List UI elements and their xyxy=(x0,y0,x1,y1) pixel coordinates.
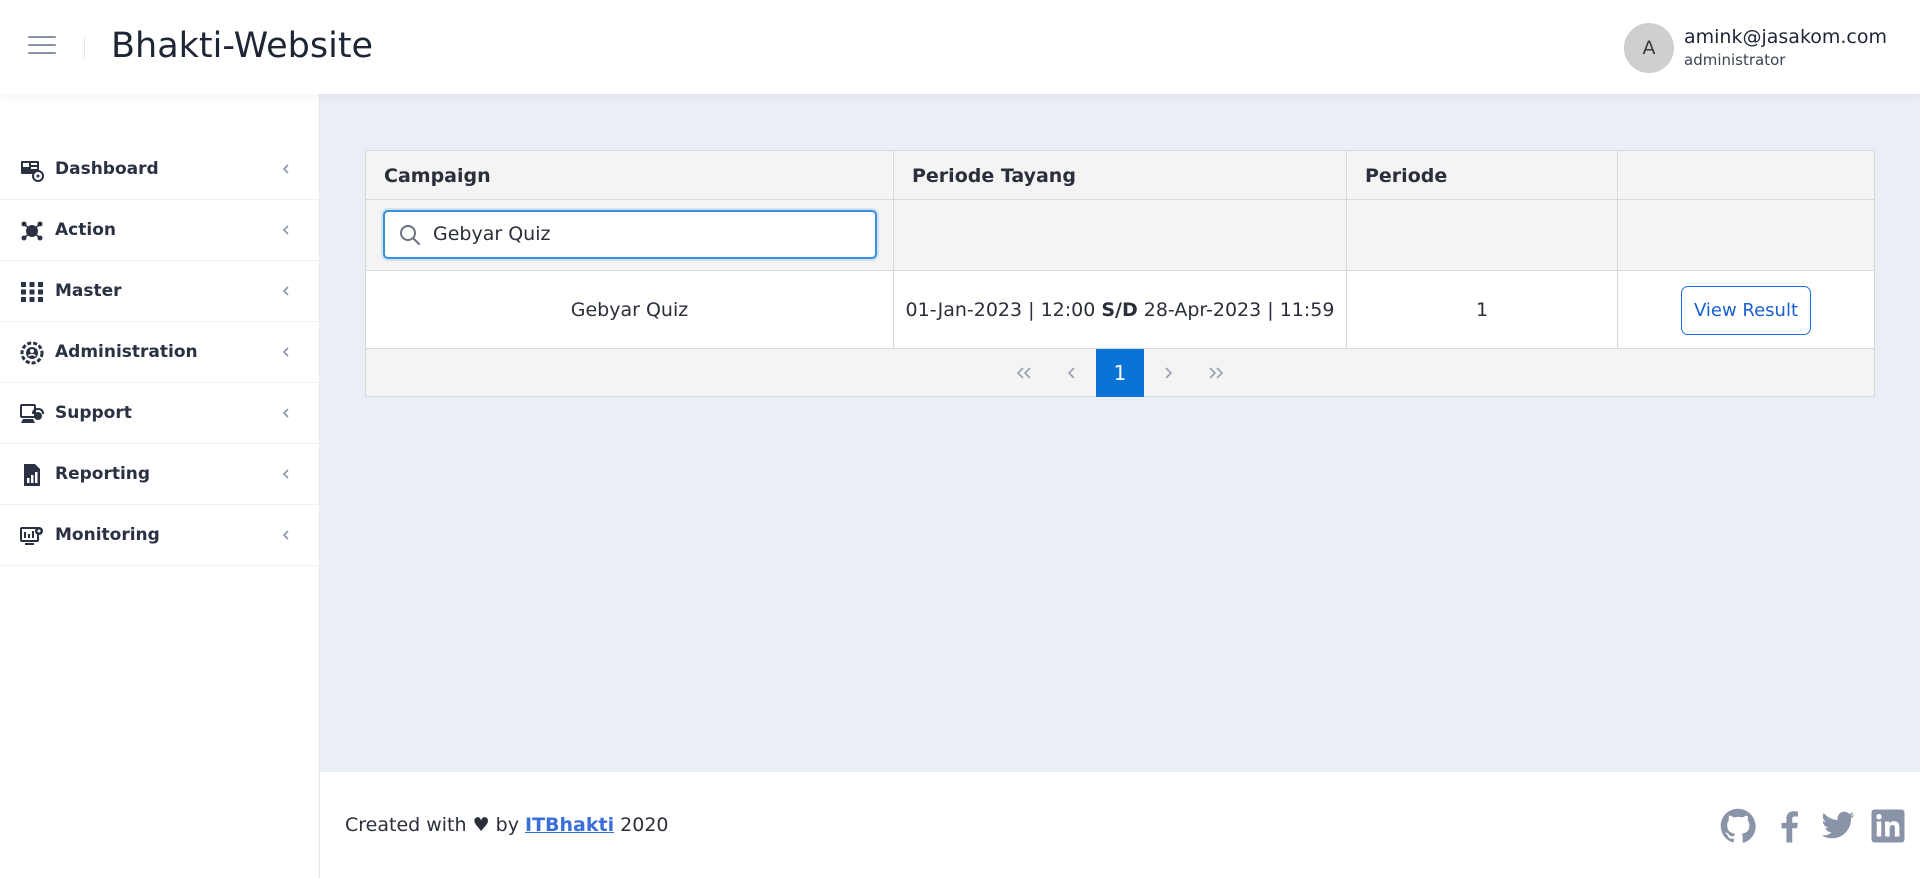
header-divider xyxy=(84,36,85,58)
linkedin-icon[interactable] xyxy=(1870,808,1906,844)
periode-separator: S/D xyxy=(1101,299,1138,321)
column-header-actions xyxy=(1618,151,1874,200)
prev-page-button[interactable] xyxy=(1048,349,1096,397)
page-1-button[interactable]: 1 xyxy=(1096,349,1144,397)
sidebar-item-monitoring[interactable]: Monitoring xyxy=(0,505,320,566)
chevron-left-icon xyxy=(282,530,289,540)
sidebar-item-label: Support xyxy=(55,403,132,423)
chevron-left-icon xyxy=(282,469,289,479)
periode-start: 01-Jan-2023 | 12:00 xyxy=(905,299,1096,321)
sidebar-item-support[interactable]: Support xyxy=(0,383,320,444)
chevron-left-icon xyxy=(1067,367,1075,379)
cell-campaign: Gebyar Quiz xyxy=(366,271,894,349)
footer-year: 2020 xyxy=(620,814,669,836)
first-page-button[interactable] xyxy=(1000,349,1048,397)
campaign-table: Campaign Periode Tayang Periode Gebyar Q… xyxy=(365,150,1875,397)
footer-link-itbhakti[interactable]: ITBhakti xyxy=(525,814,614,836)
chevron-left-icon xyxy=(282,408,289,418)
column-header-periode[interactable]: Periode xyxy=(1347,151,1618,200)
filter-cell-campaign xyxy=(366,200,894,271)
chevron-left-icon xyxy=(282,225,289,235)
support-icon xyxy=(20,404,44,423)
administration-icon xyxy=(20,341,44,365)
user-role: administrator xyxy=(1684,51,1786,69)
sidebar-item-label: Master xyxy=(55,281,122,301)
github-icon[interactable] xyxy=(1720,808,1756,844)
footer-prefix: Created with ♥ by xyxy=(345,814,519,836)
cell-periode: 1 xyxy=(1347,271,1618,349)
sidebar-item-administration[interactable]: Administration xyxy=(0,322,320,383)
chevron-right-icon xyxy=(1165,367,1173,379)
avatar[interactable]: A xyxy=(1624,23,1674,73)
footer-credit: Created with ♥ by ITBhakti 2020 xyxy=(345,814,669,836)
chevron-left-icon xyxy=(282,164,289,174)
top-header: Bhakti-Website A amink@jasakom.com admin… xyxy=(0,0,1920,94)
filter-cell-periode-tayang xyxy=(894,200,1347,271)
footer: Created with ♥ by ITBhakti 2020 xyxy=(320,772,1920,878)
sidebar-item-label: Administration xyxy=(55,342,198,362)
sidebar-item-label: Reporting xyxy=(55,464,151,484)
reporting-icon xyxy=(24,464,40,486)
sidebar-item-reporting[interactable]: Reporting xyxy=(0,444,320,505)
sidebar-item-label: Action xyxy=(55,220,116,240)
table-row: Gebyar Quiz 01-Jan-2023 | 12:00 S/D 28-A… xyxy=(366,271,1874,349)
chevron-left-icon xyxy=(282,286,289,296)
next-page-button[interactable] xyxy=(1144,349,1192,397)
column-header-periode-tayang[interactable]: Periode Tayang xyxy=(894,151,1347,200)
user-email[interactable]: amink@jasakom.com xyxy=(1684,26,1887,48)
column-header-campaign[interactable]: Campaign xyxy=(366,151,894,200)
sidebar-item-master[interactable]: Master xyxy=(0,261,320,322)
sidebar-item-label: Monitoring xyxy=(55,525,160,545)
sidebar-item-dashboard[interactable]: Dashboard xyxy=(0,139,320,200)
filter-cell-periode xyxy=(1347,200,1618,271)
action-icon xyxy=(21,221,43,241)
search-icon xyxy=(400,225,420,245)
last-page-button[interactable] xyxy=(1192,349,1240,397)
sidebar-item-label: Dashboard xyxy=(55,159,159,179)
campaign-search-input[interactable] xyxy=(433,220,853,248)
table-header-row: Campaign Periode Tayang Periode xyxy=(366,151,1874,200)
cell-actions: View Result xyxy=(1618,271,1874,349)
master-icon xyxy=(21,282,43,302)
sidebar: Dashboard Action Master Administration S… xyxy=(0,94,320,878)
double-chevron-left-icon xyxy=(1016,367,1031,379)
filter-cell-actions xyxy=(1618,200,1874,271)
table-filter-row xyxy=(366,200,1874,271)
campaign-search-field[interactable] xyxy=(383,210,877,259)
twitter-icon[interactable] xyxy=(1820,808,1856,844)
hamburger-menu-icon[interactable] xyxy=(28,36,56,58)
double-chevron-right-icon xyxy=(1209,367,1224,379)
cell-periode-tayang: 01-Jan-2023 | 12:00 S/D 28-Apr-2023 | 11… xyxy=(894,271,1347,349)
periode-end: 28-Apr-2023 | 11:59 xyxy=(1143,299,1335,321)
chevron-left-icon xyxy=(282,347,289,357)
dashboard-icon xyxy=(21,161,44,182)
sidebar-item-action[interactable]: Action xyxy=(0,200,320,261)
pagination: 1 xyxy=(366,349,1874,397)
monitoring-icon xyxy=(20,527,43,545)
view-result-button[interactable]: View Result xyxy=(1680,285,1812,335)
sidebar-menu: Dashboard Action Master Administration S… xyxy=(0,139,320,566)
app-title: Bhakti-Website xyxy=(111,26,374,66)
facebook-icon[interactable] xyxy=(1772,808,1808,844)
